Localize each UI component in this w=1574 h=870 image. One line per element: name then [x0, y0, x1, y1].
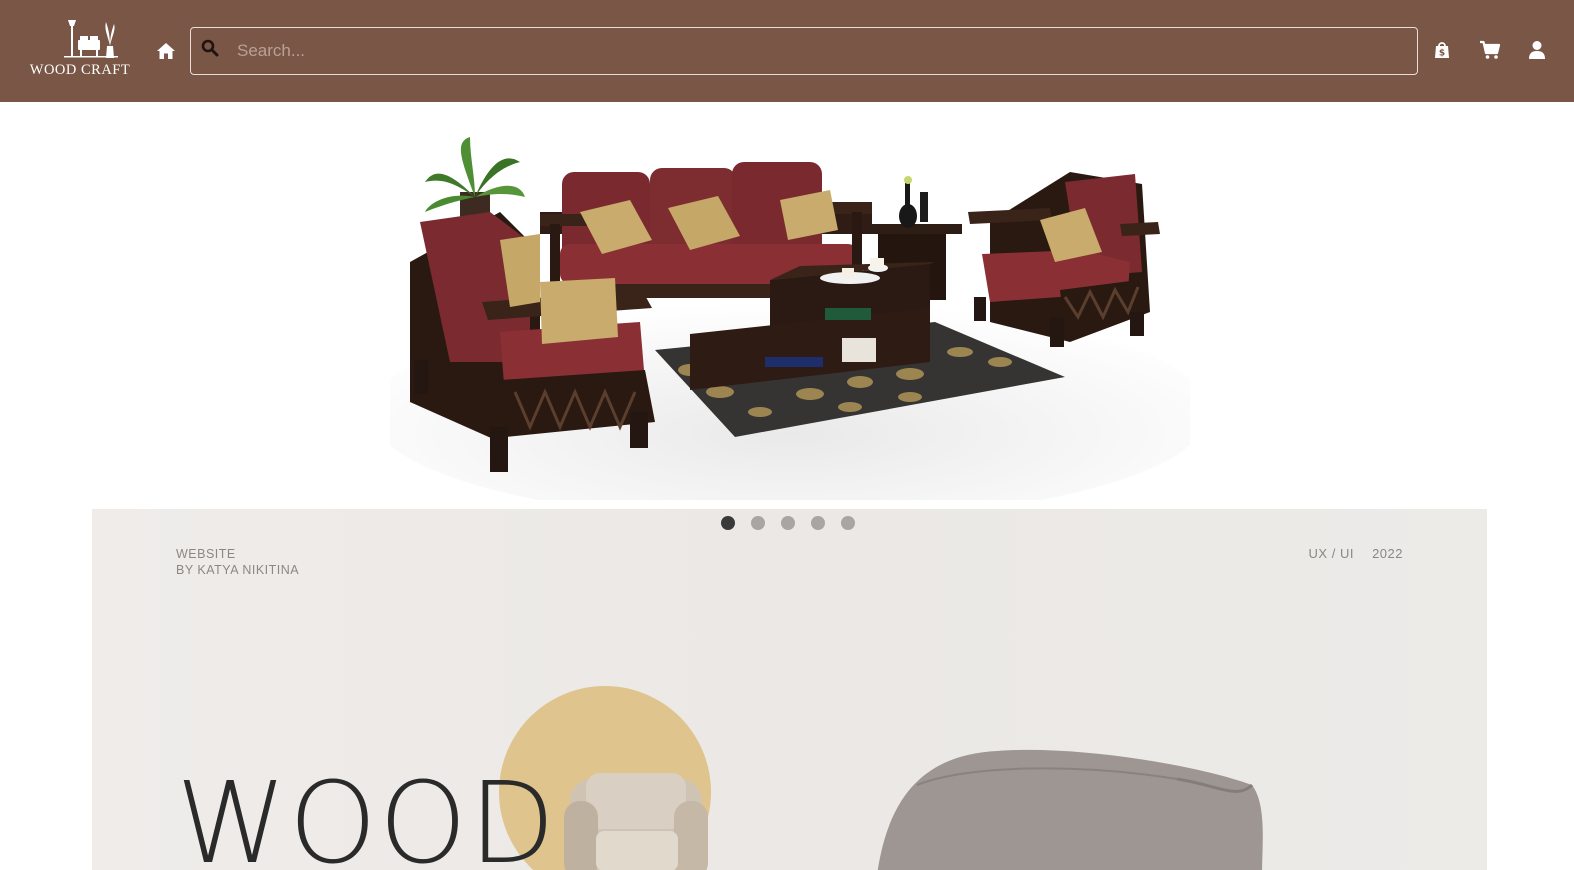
home-icon[interactable] — [156, 42, 176, 60]
furniture-logo-icon — [64, 20, 118, 58]
top-header: WOOD CRAFT $ — [0, 0, 1574, 102]
carousel-dot-1[interactable] — [721, 516, 735, 530]
carousel-dot-2[interactable] — [751, 516, 765, 530]
meta-author: BY KATYA NIKITINA — [176, 563, 300, 577]
banner-title: WOOD — [176, 759, 558, 870]
search-input[interactable] — [237, 28, 1407, 73]
svg-text:$: $ — [1439, 49, 1445, 59]
cart-icon[interactable] — [1479, 40, 1501, 60]
carousel-dot-3[interactable] — [781, 516, 795, 530]
meta-tag: UX / UI — [1308, 546, 1354, 561]
meta-year: 2022 — [1372, 546, 1403, 561]
beige-armchair-image — [564, 773, 708, 870]
search-icon[interactable] — [201, 39, 219, 57]
banner-meta-left: WEBSITE BY KATYA NIKITINA — [176, 546, 299, 578]
carousel-dot-4[interactable] — [811, 516, 825, 530]
carousel-indicators — [721, 516, 861, 530]
user-icon[interactable] — [1528, 40, 1548, 60]
wood-craft-logo[interactable]: WOOD CRAFT — [28, 18, 132, 82]
hero-sofa-set-image — [390, 112, 1190, 500]
project-banner: WEBSITE BY KATYA NIKITINA UX / UI 2022 W… — [92, 509, 1487, 870]
search-bar[interactable] — [190, 27, 1418, 75]
shopping-bag-icon[interactable]: $ — [1432, 40, 1452, 60]
carousel-dot-5[interactable] — [841, 516, 855, 530]
grey-pouf-image — [877, 749, 1263, 870]
logo-text: WOOD CRAFT — [29, 62, 131, 78]
meta-website: WEBSITE — [176, 547, 236, 561]
banner-meta-right: UX / UI 2022 — [1309, 546, 1403, 561]
